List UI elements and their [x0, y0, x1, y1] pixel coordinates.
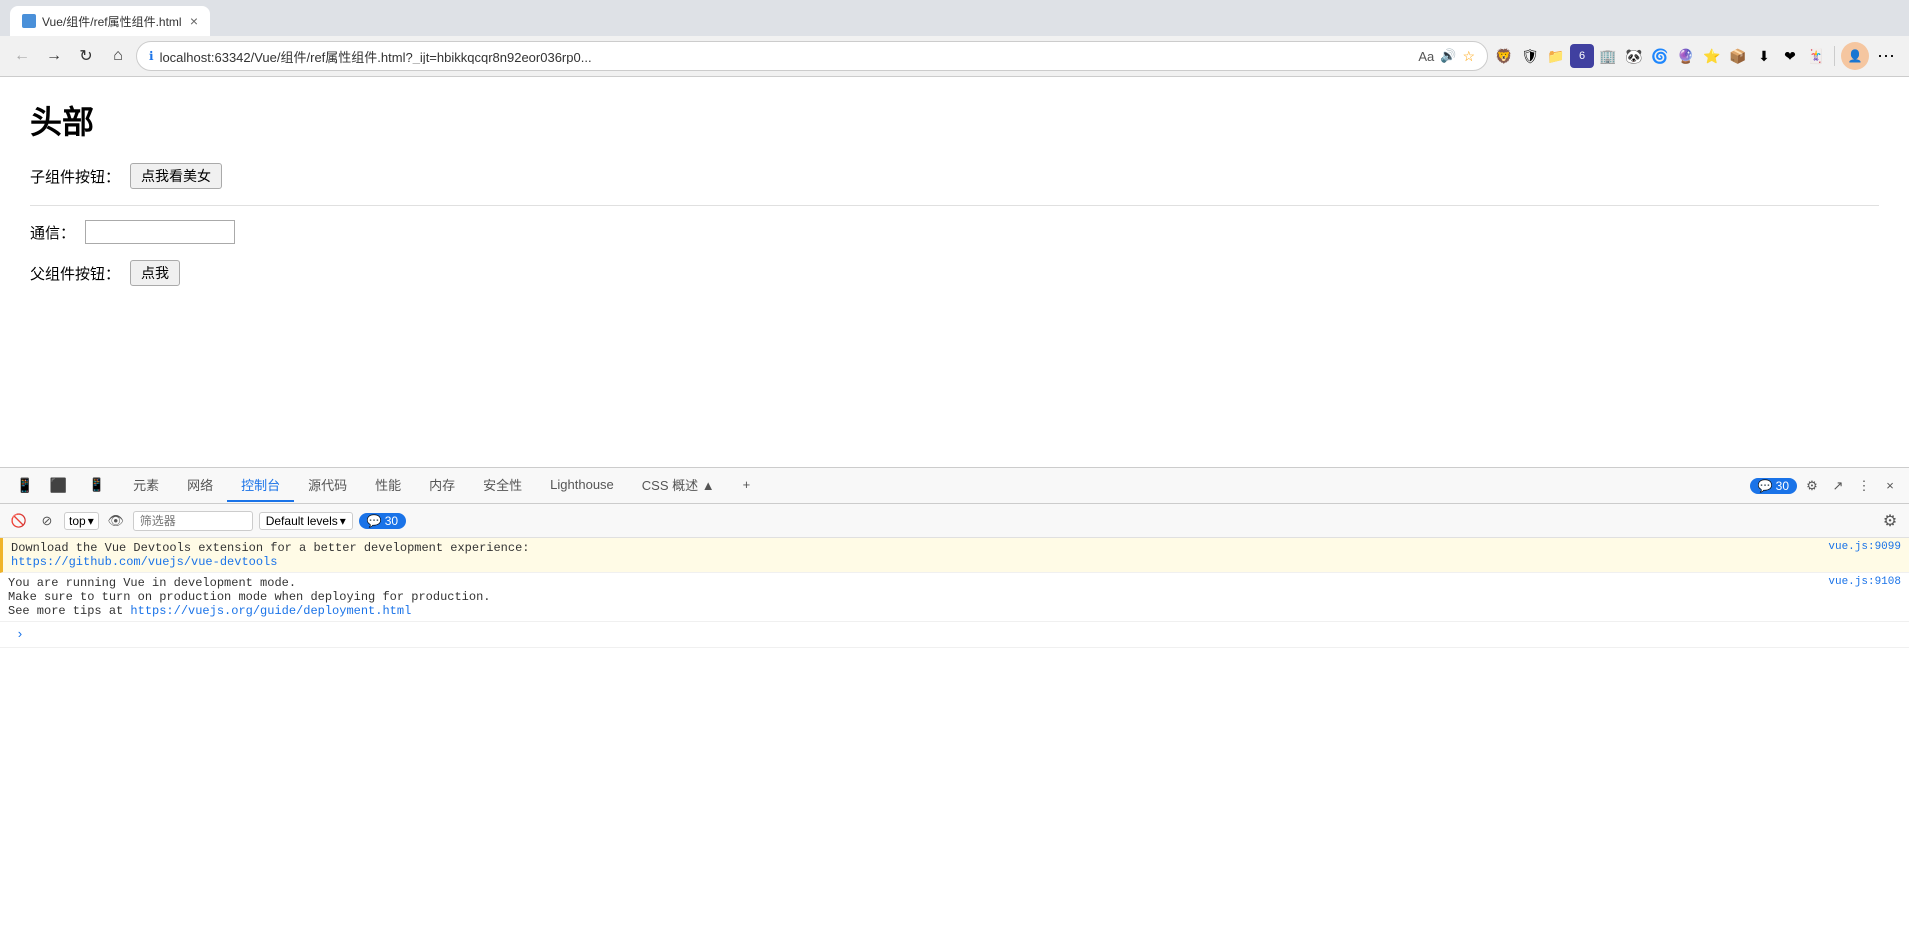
comm-row: 通信：: [30, 220, 1879, 244]
ext-10[interactable]: 📦: [1726, 44, 1750, 68]
eye-btn[interactable]: 👁: [105, 510, 127, 532]
console-expand-arrow[interactable]: ›: [8, 625, 32, 644]
profile-button[interactable]: 👤: [1841, 42, 1869, 70]
console-output: Download the Vue Devtools extension for …: [0, 538, 1909, 943]
toolbar-separator: [1834, 46, 1835, 66]
ext-4[interactable]: 6: [1570, 44, 1594, 68]
tab-bar: Vue/组件/ref属性组件.html ×: [0, 0, 1909, 36]
no-issues-btn[interactable]: ⊘: [36, 510, 58, 532]
devtools-share-btn[interactable]: ↗: [1827, 475, 1849, 497]
divider: [30, 205, 1879, 206]
child-component-row: 子组件按钮： 点我看美女: [30, 163, 1879, 189]
home-button[interactable]: ⌂: [104, 42, 132, 70]
ext-8[interactable]: 🔮: [1674, 44, 1698, 68]
favorites-icon[interactable]: ☆: [1462, 48, 1475, 65]
tab-close-button[interactable]: ×: [190, 13, 198, 29]
browser-chrome: Vue/组件/ref属性组件.html × ← → ↻ ⌂ ℹ Aa 🔊 ☆ 🦁…: [0, 0, 1909, 77]
tab-welcome[interactable]: 📱: [75, 471, 119, 501]
nav-bar: ← → ↻ ⌂ ℹ Aa 🔊 ☆ 🦁 🛡 📁 6 🏢 🐼 🌀 🔮 ⭐ 📦 ⬇ ❤…: [0, 36, 1909, 76]
tab-elements[interactable]: 元素: [119, 469, 173, 502]
console-msg-1-text: Download the Vue Devtools extension for …: [11, 541, 1828, 569]
devtools-settings-btn[interactable]: ⚙: [1801, 475, 1823, 497]
tab-memory[interactable]: 内存: [415, 469, 469, 502]
tab-sources[interactable]: 源代码: [294, 469, 361, 502]
devtools-tabbar: 📱 ⬛ 📱 元素 网络 控制台 源代码 性能 内存 安全性 Lighthouse: [0, 468, 1909, 504]
context-selector[interactable]: top ▾: [64, 512, 99, 530]
parent-label: 父组件按钮：: [30, 263, 120, 284]
tab-performance[interactable]: 性能: [361, 469, 415, 502]
console-toolbar: 🚫 ⊘ top ▾ 👁 Default levels ▾ 💬 30 ⚙: [0, 504, 1909, 538]
message-badge: 💬 30: [1750, 478, 1797, 494]
comm-label: 通信：: [30, 222, 75, 243]
console-msg-2: You are running Vue in development mode.…: [0, 573, 1909, 622]
read-aloud-icon[interactable]: 🔊: [1440, 48, 1456, 64]
devtools-device-icon[interactable]: 📱: [8, 471, 41, 500]
comm-input[interactable]: [85, 220, 235, 244]
page-content: 头部 子组件按钮： 点我看美女 通信： 父组件按钮： 点我: [0, 77, 1909, 467]
console-settings-btn[interactable]: ⚙: [1879, 510, 1901, 532]
forward-button[interactable]: →: [40, 42, 68, 70]
devtools-close-btn[interactable]: ×: [1879, 475, 1901, 497]
parent-btn[interactable]: 点我: [130, 260, 180, 286]
tab-network[interactable]: 网络: [173, 469, 227, 502]
ext-13[interactable]: 🃏: [1804, 44, 1828, 68]
page-title: 头部: [30, 97, 1879, 143]
address-input[interactable]: [160, 49, 1413, 64]
devtools-tabs-right: 💬 30 ⚙ ↗ ⋮ ×: [1750, 475, 1901, 497]
tab-add[interactable]: +: [729, 471, 765, 500]
ext-5[interactable]: 🏢: [1596, 44, 1620, 68]
tab-console[interactable]: 控制台: [227, 469, 294, 502]
ext-3[interactable]: 📁: [1544, 44, 1568, 68]
ext-6[interactable]: 🐼: [1622, 44, 1646, 68]
devtools-more-btn[interactable]: ⋮: [1853, 475, 1875, 497]
lock-icon: ℹ: [149, 49, 154, 63]
active-tab[interactable]: Vue/组件/ref属性组件.html ×: [10, 6, 210, 36]
deployment-link[interactable]: https://vuejs.org/guide/deployment.html: [130, 604, 411, 618]
address-bar[interactable]: ℹ Aa 🔊 ☆: [136, 41, 1488, 71]
console-msg-1: Download the Vue Devtools extension for …: [0, 538, 1909, 573]
toolbar-badge: 💬 30: [359, 513, 406, 529]
vue-devtools-link[interactable]: https://github.com/vuejs/vue-devtools: [11, 555, 277, 569]
tab-favicon: [22, 14, 36, 28]
back-button[interactable]: ←: [8, 42, 36, 70]
translate-icon[interactable]: Aa: [1418, 49, 1434, 64]
ext-12[interactable]: ❤: [1778, 44, 1802, 68]
tab-css-overview[interactable]: CSS 概述 ▲: [628, 469, 729, 502]
console-msg-2-text: You are running Vue in development mode.…: [8, 576, 1828, 618]
child-label: 子组件按钮：: [30, 166, 120, 187]
devtools-inspect-icon[interactable]: ⬛: [41, 471, 74, 500]
console-msg-3: ›: [0, 622, 1909, 648]
reload-button[interactable]: ↻: [72, 42, 100, 70]
ext-1[interactable]: 🦁: [1492, 44, 1516, 68]
ext-7[interactable]: 🌀: [1648, 44, 1672, 68]
console-source-1[interactable]: vue.js:9099: [1828, 541, 1901, 553]
tab-title: Vue/组件/ref属性组件.html: [42, 13, 184, 30]
ext-2[interactable]: 🛡: [1518, 44, 1542, 68]
ext-9[interactable]: ⭐: [1700, 44, 1724, 68]
tab-security[interactable]: 安全性: [469, 469, 536, 502]
ext-11[interactable]: ⬇: [1752, 44, 1776, 68]
devtools-panel: 📱 ⬛ 📱 元素 网络 控制台 源代码 性能 内存 安全性 Lighthouse: [0, 467, 1909, 943]
extensions-bar: 🦁 🛡 📁 6 🏢 🐼 🌀 🔮 ⭐ 📦 ⬇ ❤ 🃏 👤 ⋯: [1492, 42, 1901, 70]
child-btn[interactable]: 点我看美女: [130, 163, 222, 189]
filter-input[interactable]: [133, 511, 253, 531]
tab-lighthouse[interactable]: Lighthouse: [536, 471, 628, 500]
log-levels-selector[interactable]: Default levels ▾: [259, 512, 353, 530]
parent-component-row: 父组件按钮： 点我: [30, 260, 1879, 286]
clear-console-btn[interactable]: 🚫: [8, 510, 30, 532]
menu-button[interactable]: ⋯: [1871, 44, 1901, 69]
console-empty-space: [0, 648, 1909, 848]
console-source-2[interactable]: vue.js:9108: [1828, 576, 1901, 588]
